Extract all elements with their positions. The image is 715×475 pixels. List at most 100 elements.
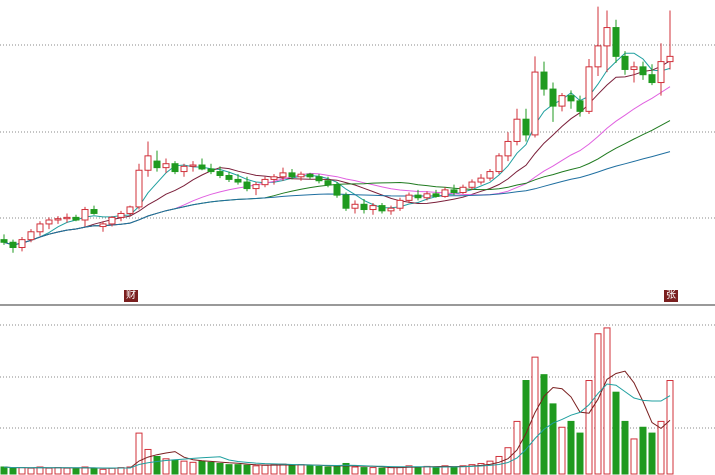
candle — [117, 210, 125, 222]
volume-bar — [279, 463, 287, 475]
candle-body — [540, 71, 548, 90]
volume-bar — [648, 432, 656, 475]
candle-body — [414, 194, 422, 199]
candle-body — [468, 181, 476, 188]
candle — [540, 61, 548, 96]
candle-body — [81, 209, 89, 221]
volume-bar — [378, 467, 386, 475]
candle-body — [45, 219, 53, 225]
candle-body — [405, 194, 413, 201]
candle-body — [234, 178, 242, 183]
candle — [207, 163, 215, 175]
candle — [144, 141, 152, 177]
candle — [63, 213, 71, 223]
candle-body — [171, 163, 179, 173]
candle — [270, 174, 278, 185]
volume-bar — [207, 461, 215, 475]
candle-body — [567, 95, 575, 102]
volume-bar — [63, 467, 71, 475]
volume-bar — [549, 403, 557, 475]
candle-body — [189, 164, 197, 167]
candle — [594, 6, 602, 76]
candle-body — [360, 203, 368, 211]
candle-body — [513, 118, 521, 142]
volume-bar — [360, 467, 368, 475]
candle-body — [306, 173, 314, 178]
volume-bar — [531, 356, 539, 475]
candle-body — [27, 231, 35, 241]
candle-body — [324, 180, 332, 186]
volume-bar — [54, 467, 62, 475]
volume-bars — [0, 327, 674, 475]
candle-body — [108, 216, 116, 225]
candle — [477, 174, 485, 185]
candle — [198, 158, 206, 171]
candle — [504, 132, 512, 162]
volume-bar — [486, 460, 494, 475]
stock-chart — [0, 6, 715, 475]
volume-bar — [0, 466, 8, 475]
candle-body — [477, 177, 485, 183]
volume-bar — [297, 464, 305, 475]
volume-bar — [27, 467, 35, 475]
candle — [441, 187, 449, 198]
candle-body — [531, 71, 539, 136]
candle-body — [99, 223, 107, 228]
candle-body — [180, 165, 188, 173]
candle-body — [342, 194, 350, 209]
candle-body — [378, 205, 386, 212]
candle-body — [126, 206, 134, 214]
volume-bar — [189, 461, 197, 475]
candle-body — [216, 171, 224, 176]
candle-body — [522, 118, 530, 136]
volume-bar — [414, 466, 422, 475]
candle — [612, 19, 620, 63]
candle-body — [297, 173, 305, 178]
volume-bar — [621, 420, 629, 475]
candle-body — [72, 216, 80, 221]
candle-body — [9, 241, 17, 248]
candle — [603, 10, 611, 73]
candle — [18, 237, 26, 252]
volume-bar — [432, 466, 440, 475]
volume-bar — [180, 460, 188, 475]
candle-body — [144, 155, 152, 171]
price-moving-averages — [3, 52, 671, 246]
event-marker-1[interactable]: 张 — [664, 290, 678, 302]
candle — [234, 174, 242, 185]
candle-body — [207, 168, 215, 173]
volume-bar — [495, 455, 503, 475]
volume-bar — [585, 380, 593, 475]
volume-bar — [9, 467, 17, 475]
volume-bar — [369, 467, 377, 475]
volume-bar — [576, 432, 584, 475]
volume-bar — [612, 391, 620, 475]
candle-body — [495, 155, 503, 173]
candle — [9, 239, 17, 253]
candle-body — [639, 66, 647, 76]
candle — [72, 214, 80, 222]
volume-bar — [243, 464, 251, 475]
candle-body — [594, 45, 602, 68]
volume-bar — [45, 467, 53, 475]
candle — [531, 56, 539, 138]
volume-bar — [90, 467, 98, 475]
event-marker-0[interactable]: 财 — [124, 290, 138, 302]
volume-bar — [657, 420, 665, 475]
volume-bar — [171, 459, 179, 475]
candle-body — [261, 178, 269, 186]
candle-body — [279, 172, 287, 178]
volume-bar — [306, 465, 314, 475]
candle-body — [486, 171, 494, 179]
candle — [81, 206, 89, 227]
volume-bar — [252, 465, 260, 475]
volume-bar — [99, 468, 107, 475]
candle — [306, 172, 314, 180]
candle-body — [0, 239, 8, 243]
candle-body — [288, 172, 296, 178]
candle-body — [333, 184, 341, 196]
candle-body — [225, 174, 233, 180]
volume-bar — [270, 464, 278, 475]
candle-body — [585, 66, 593, 112]
candle-body — [558, 95, 566, 107]
